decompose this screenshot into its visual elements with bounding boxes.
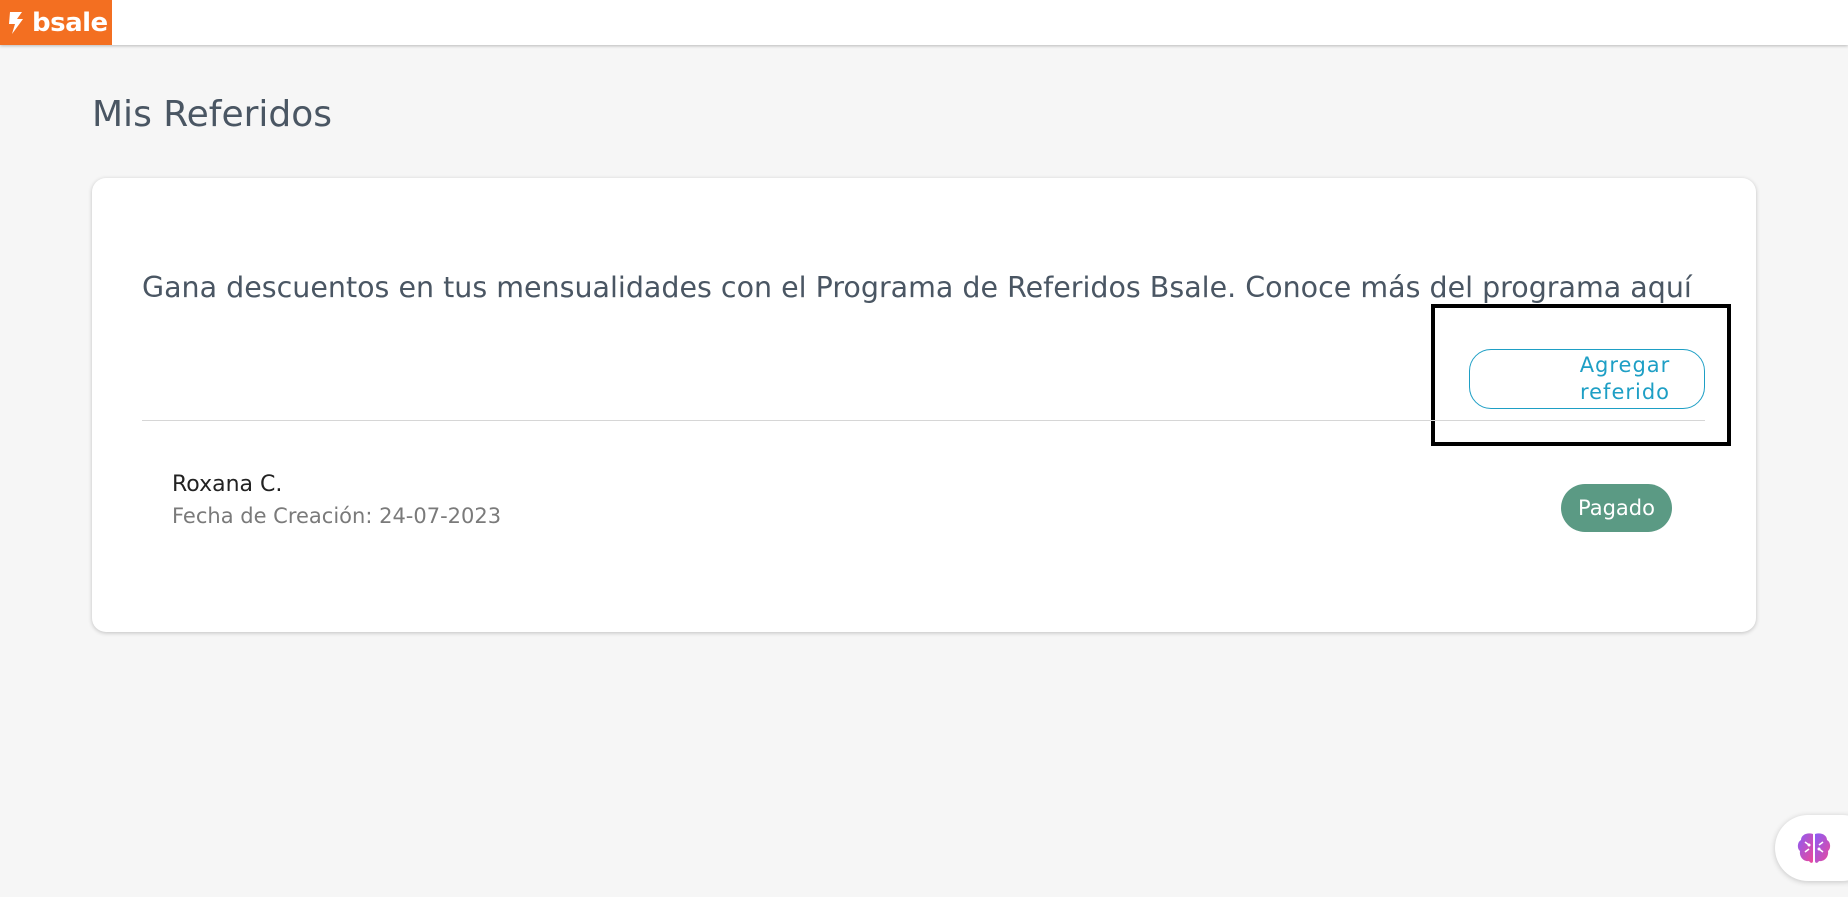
brand-name: bsale bbox=[32, 7, 108, 38]
promo-text-body: Gana descuentos en tus mensualidades con… bbox=[142, 271, 1631, 304]
add-referral-label-2: referido bbox=[1579, 380, 1671, 404]
program-info-link[interactable]: aquí bbox=[1630, 271, 1692, 304]
assistant-button[interactable] bbox=[1775, 815, 1848, 881]
add-referral-button[interactable]: Agregar referido bbox=[1469, 349, 1705, 409]
divider bbox=[142, 420, 1705, 421]
referral-date: Fecha de Creación: 24-07-2023 bbox=[172, 504, 502, 528]
status-badge: Pagado bbox=[1561, 484, 1672, 532]
top-bar: bsale bbox=[0, 0, 1848, 45]
brain-icon bbox=[1797, 833, 1831, 863]
bsale-logo[interactable]: bsale bbox=[0, 0, 112, 45]
referral-name: Roxana C. bbox=[172, 472, 282, 497]
promo-text: Gana descuentos en tus mensualidades con… bbox=[142, 271, 1742, 304]
bsale-logo-icon bbox=[9, 11, 23, 34]
referrals-card: Gana descuentos en tus mensualidades con… bbox=[92, 178, 1756, 632]
add-referral-label-1: Agregar bbox=[1579, 353, 1671, 377]
page-title: Mis Referidos bbox=[92, 94, 333, 135]
